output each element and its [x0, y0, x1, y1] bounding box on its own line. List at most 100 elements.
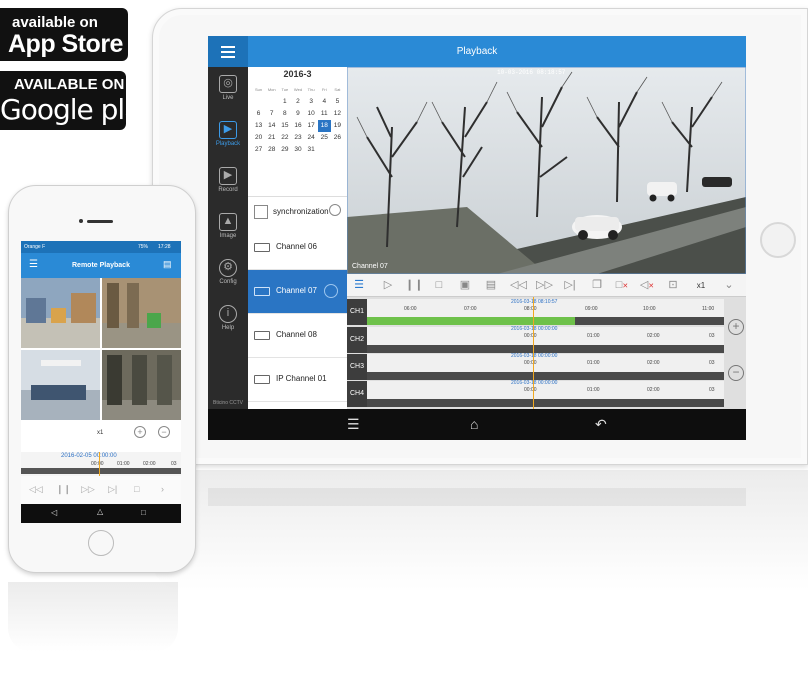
copy-icon[interactable]: ❐	[589, 278, 605, 293]
phone-speed-label[interactable]: x1	[97, 430, 103, 436]
calendar-weekday: Sun	[255, 87, 263, 92]
pause-icon[interactable]: ❙❙	[56, 484, 71, 495]
rewind-icon[interactable]: ◁◁	[510, 278, 527, 293]
delete-file-icon[interactable]: □✕	[614, 278, 630, 293]
zoom-in-icon[interactable]: +	[134, 426, 146, 438]
snapshot-icon[interactable]: ▣	[457, 278, 473, 293]
calendar-day[interactable]: 11	[318, 108, 331, 120]
calendar-day[interactable]: 24	[305, 132, 318, 144]
menu-icon[interactable]: ☰	[347, 416, 360, 433]
hamburger-icon[interactable]: ☰	[29, 259, 38, 270]
phone-timeline-cursor[interactable]	[99, 452, 100, 476]
calendar-day[interactable]: 18	[317, 120, 331, 132]
camera-view[interactable]	[21, 278, 100, 348]
tablet-home-button[interactable]	[760, 222, 796, 258]
recents-icon[interactable]: □	[141, 508, 146, 517]
sidebar-item-record[interactable]: ▶ Record	[208, 163, 248, 209]
camera-view[interactable]	[21, 350, 100, 420]
sync-checkbox[interactable]	[254, 205, 268, 219]
calendar-day[interactable]: 25	[318, 132, 331, 144]
timeline-tick: 00:00	[91, 461, 104, 467]
app-store-badge[interactable]: available on App Store	[0, 8, 128, 61]
pause-icon[interactable]: ❙❙	[405, 278, 423, 293]
calendar-day[interactable]: 4	[318, 96, 331, 108]
calendar-day[interactable]: 22	[278, 132, 291, 144]
calendar-day[interactable]: 17	[305, 120, 318, 132]
calendar-day[interactable]: 9	[291, 108, 304, 120]
channel-item[interactable]: Channel 06	[248, 226, 347, 270]
calendar-day[interactable]: 13	[252, 120, 265, 132]
calendar-day[interactable]: 14	[265, 120, 278, 132]
calendar-day[interactable]: 10	[305, 108, 318, 120]
channel-item[interactable]: Channel 08	[248, 314, 347, 358]
camera-view[interactable]	[102, 278, 181, 348]
calendar-day[interactable]: 30	[291, 144, 304, 156]
calendar-day[interactable]: 20	[252, 132, 265, 144]
calendar-day[interactable]: 31	[305, 144, 318, 156]
stack-icon[interactable]: ☰	[351, 278, 367, 293]
calendar-day[interactable]: 29	[278, 144, 291, 156]
calendar-day[interactable]: 26	[331, 132, 344, 144]
stop-icon[interactable]: □	[431, 278, 447, 293]
calendar-day[interactable]: 19	[331, 120, 344, 132]
zoom-out-icon[interactable]: −	[158, 426, 170, 438]
video-feed[interactable]: 10-03-2016 08:18:57 Channel 07	[347, 67, 746, 274]
google-play-badge[interactable]: AVAILABLE ON Google play	[0, 71, 157, 130]
speed-label[interactable]: x1	[693, 278, 709, 293]
sidebar-item-image[interactable]: ▲ Image	[208, 209, 248, 255]
chevron-down-icon[interactable]: ⌄	[721, 278, 737, 293]
fullscreen-icon[interactable]: ⊡	[665, 278, 681, 293]
channel-item[interactable]: IP Channel 01	[248, 358, 347, 402]
step-forward-icon[interactable]: ▷|	[108, 484, 117, 495]
back-icon[interactable]: ↶	[595, 416, 607, 433]
calendar-day[interactable]: 12	[331, 108, 344, 120]
step-forward-icon[interactable]: ▷|	[562, 278, 578, 293]
phone-title: Remote Playback	[72, 262, 130, 269]
timeline-date: 2016-03-18 00:00:00	[511, 380, 558, 386]
calendar-day[interactable]: 3	[305, 96, 318, 108]
fast-forward-icon[interactable]: ▷▷	[536, 278, 553, 293]
calendar-day[interactable]: 15	[278, 120, 291, 132]
calendar-day[interactable]: 28	[265, 144, 278, 156]
phone-timeline[interactable]: 2016-02-05 00:00:00 00:00 01:00 02:00 03	[21, 452, 181, 476]
calendar-day[interactable]: 16	[291, 120, 304, 132]
calendar-day[interactable]: 23	[291, 132, 304, 144]
play-icon[interactable]: ▷	[380, 278, 396, 293]
back-icon[interactable]: ◁	[51, 508, 57, 517]
channel-item-active[interactable]: Channel 07	[248, 270, 347, 314]
calendar-weekday: Thu	[307, 87, 315, 92]
home-icon[interactable]: ⌂	[470, 416, 478, 432]
zoom-in-icon[interactable]: +	[728, 319, 744, 335]
layout-icon[interactable]: ▤	[163, 259, 172, 270]
rewind-icon[interactable]: ◁◁	[29, 484, 43, 495]
record-icon: ▶	[219, 167, 237, 185]
menu-button[interactable]	[208, 36, 248, 67]
sidebar-item-playback[interactable]: ▶ Playback	[208, 117, 248, 163]
mute-icon[interactable]: ◁✕	[639, 278, 655, 293]
calendar-day[interactable]: 7	[265, 108, 278, 120]
timeline-cursor[interactable]	[533, 297, 534, 409]
sidebar-item-config[interactable]: ⚙ Config	[208, 255, 248, 301]
camera-view[interactable]	[102, 350, 181, 420]
calendar-day[interactable]: 6	[252, 108, 265, 120]
calendar-day[interactable]: 5	[331, 96, 344, 108]
calendar-day[interactable]: 27	[252, 144, 265, 156]
calendar-day[interactable]: 2	[291, 96, 304, 108]
home-icon[interactable]: △	[97, 507, 103, 516]
sidebar-item-help[interactable]: i Help	[208, 301, 248, 347]
zoom-out-icon[interactable]: −	[728, 365, 744, 381]
record-clip-icon[interactable]: ▤	[483, 278, 499, 293]
timeline-tick: 07:00	[464, 306, 477, 312]
sidebar-item-live[interactable]: ◎ Live	[208, 71, 248, 117]
calendar-day[interactable]: 21	[265, 132, 278, 144]
fast-forward-icon[interactable]: ▷▷	[81, 484, 95, 495]
search-icon[interactable]	[329, 204, 341, 216]
synchronization-toggle[interactable]: synchronization	[248, 196, 347, 226]
calendar-day[interactable]: 8	[278, 108, 291, 120]
stop-icon[interactable]: □	[134, 484, 139, 494]
timeline-tick: 01:00	[117, 461, 130, 467]
chevron-right-icon[interactable]: ›	[161, 484, 164, 494]
calendar-day[interactable]: 1	[278, 96, 291, 108]
timeline[interactable]: CH1 2016-03-18 08:10:57 06:00 07:00 08:0…	[347, 297, 746, 409]
phone-home-button[interactable]	[88, 530, 114, 556]
